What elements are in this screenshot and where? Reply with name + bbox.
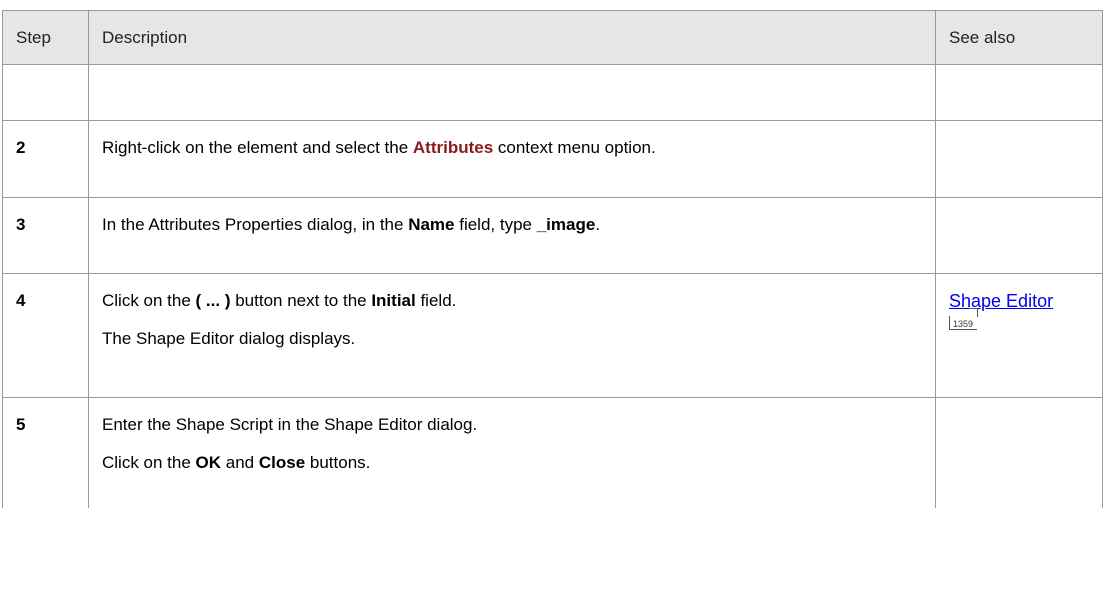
bold-initial: Initial (371, 291, 416, 310)
step-number-text: 3 (16, 215, 26, 234)
step-number-text: 5 (16, 415, 26, 434)
step-number-text: 2 (16, 138, 26, 157)
text-run: context menu option. (493, 138, 656, 157)
see-also-cell (935, 197, 1103, 274)
text-run: Click on the (102, 453, 196, 472)
header-see-also: See also (935, 10, 1103, 65)
text-run: . (595, 215, 601, 234)
description-line: The Shape Editor dialog displays. (102, 329, 356, 348)
step-description: Enter the Shape Script in the Shape Edit… (88, 397, 936, 508)
text-run: buttons. (305, 453, 371, 472)
step-description: In the Attributes Properties dialog, in … (88, 197, 936, 274)
step-number-text: 4 (16, 291, 26, 310)
page-reference-icon: 1359 (949, 308, 979, 330)
keyword-attributes: Attributes (412, 138, 494, 157)
steps-table: Step Description See also 2 Right-click … (2, 10, 1103, 508)
table-row: 4 Click on the ( ... ) button next to th… (2, 273, 1103, 398)
description-line: Right-click on the element and select th… (102, 138, 935, 158)
text-run: Click on the (102, 291, 196, 310)
text-run: Right-click on the element and select th… (102, 138, 413, 157)
header-description: Description (88, 10, 936, 65)
bold-ellipsis-button: ( ... ) (195, 291, 231, 310)
text-run: field. (415, 291, 457, 310)
step-number: 4 (2, 273, 89, 398)
bold-name: Name (408, 215, 455, 234)
step-description: Click on the ( ... ) button next to the … (88, 273, 936, 398)
text-run: button next to the (230, 291, 372, 310)
table-header-row: Step Description See also (2, 10, 1103, 65)
text-run: In the Attributes Properties dialog, in … (102, 215, 409, 234)
header-step: Step (2, 10, 89, 65)
document-page: Step Description See also 2 Right-click … (0, 0, 1107, 613)
see-also-cell (935, 397, 1103, 508)
text-run: and (221, 453, 259, 472)
see-also-cell: Shape Editor 1359 (935, 273, 1103, 398)
page-reference-number: 1359 (953, 319, 974, 329)
shape-editor-link[interactable]: Shape Editor (949, 291, 1053, 311)
text-run: field, type (454, 215, 537, 234)
step-description: Right-click on the element and select th… (88, 120, 936, 198)
bold-close: Close (258, 453, 306, 472)
see-also-cell (935, 120, 1103, 198)
table-row: 2 Right-click on the element and select … (2, 120, 1103, 198)
table-row: 5 Enter the Shape Script in the Shape Ed… (2, 397, 1103, 508)
description-line: Click on the ( ... ) button next to the … (102, 291, 935, 311)
table-row: 3 In the Attributes Properties dialog, i… (2, 197, 1103, 274)
cell-step-empty (2, 64, 89, 121)
description-line: Click on the OK and Close buttons. (102, 453, 935, 473)
description-line: In the Attributes Properties dialog, in … (102, 215, 935, 235)
step-number: 2 (2, 120, 89, 198)
step-number: 5 (2, 397, 89, 508)
cell-desc-empty (88, 64, 936, 121)
cell-see-empty (935, 64, 1103, 121)
description-line: Enter the Shape Script in the Shape Edit… (102, 415, 478, 434)
bold-ok: OK (195, 453, 222, 472)
step-number: 3 (2, 197, 89, 274)
bold-image: _image (536, 215, 596, 234)
table-row-empty (2, 64, 1103, 121)
